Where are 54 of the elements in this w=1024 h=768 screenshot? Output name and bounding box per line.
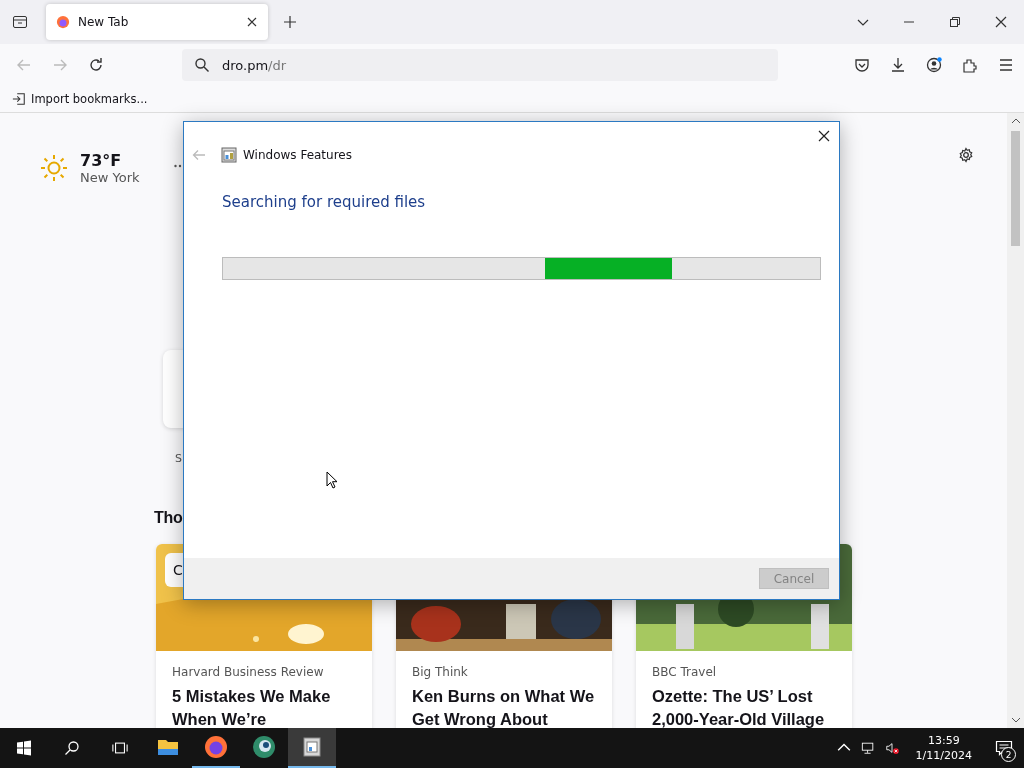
story-source: Big Think: [412, 665, 469, 679]
scroll-up-icon[interactable]: [1010, 118, 1021, 124]
dialog-title: Windows Features: [243, 148, 352, 162]
more-icon[interactable]: [173, 164, 182, 168]
close-icon[interactable]: [818, 130, 830, 142]
browser-tab[interactable]: New Tab: [46, 4, 268, 40]
scroll-down-icon[interactable]: [1010, 717, 1021, 723]
clock-date[interactable]: 1/11/2024: [915, 748, 972, 763]
shortcut-label[interactable]: S: [175, 452, 182, 465]
temperature: 73°F: [80, 151, 123, 170]
bookmark-item[interactable]: Import bookmarks...: [12, 92, 148, 106]
tab-title: New Tab: [78, 15, 130, 29]
sun-icon: [40, 154, 68, 182]
search-icon: [194, 57, 210, 73]
settings-icon[interactable]: [958, 147, 974, 163]
close-icon[interactable]: [995, 16, 1007, 28]
dialog-heading: Searching for required files: [222, 193, 427, 211]
clock-time[interactable]: 13:59: [927, 733, 960, 748]
story-title: Ken Burns on What We Get Wrong About: [412, 686, 596, 730]
taskbar-app[interactable]: [288, 728, 336, 768]
extensions-icon[interactable]: [962, 57, 978, 73]
task-view-icon[interactable]: [112, 740, 128, 756]
scrollbar[interactable]: [1007, 113, 1024, 728]
notification-count: 2: [1001, 747, 1016, 762]
section-heading: Tho: [154, 509, 183, 527]
address-bar[interactable]: dro.pm/dr: [182, 49, 778, 81]
story-source: BBC Travel: [652, 665, 718, 679]
menu-icon[interactable]: [998, 57, 1014, 73]
tab-list-icon[interactable]: [12, 14, 28, 30]
volume-icon[interactable]: [884, 741, 899, 755]
close-icon[interactable]: [246, 16, 258, 28]
browser-logo-icon: [56, 15, 70, 29]
mouse-pointer-icon: [326, 471, 338, 489]
start-icon[interactable]: [16, 740, 32, 756]
url-text: dro.pm/dr: [222, 57, 287, 73]
browser-logo-icon: [204, 735, 228, 759]
story-title: Ozette: The US’ Lost 2,000-Year-Old Village: [652, 686, 826, 730]
restore-icon[interactable]: [949, 16, 961, 28]
story-title: 5 Mistakes We Make When We’re: [172, 686, 332, 730]
notifications-icon[interactable]: [995, 739, 1013, 757]
scrollbar-thumb[interactable]: [1011, 131, 1020, 246]
pocket-icon[interactable]: [854, 57, 870, 73]
network-icon[interactable]: [860, 741, 875, 755]
reload-icon[interactable]: [88, 57, 104, 73]
story-source: Harvard Business Review: [172, 665, 325, 679]
app-window-icon: [300, 735, 324, 759]
new-tab-icon[interactable]: [284, 16, 296, 28]
search-icon[interactable]: [64, 740, 80, 756]
weather-location: New York: [80, 170, 140, 185]
import-icon: [12, 92, 26, 106]
account-icon[interactable]: [926, 57, 942, 73]
app-window-icon: [221, 147, 237, 163]
globe-icon: [252, 735, 276, 759]
download-icon[interactable]: [890, 57, 906, 73]
